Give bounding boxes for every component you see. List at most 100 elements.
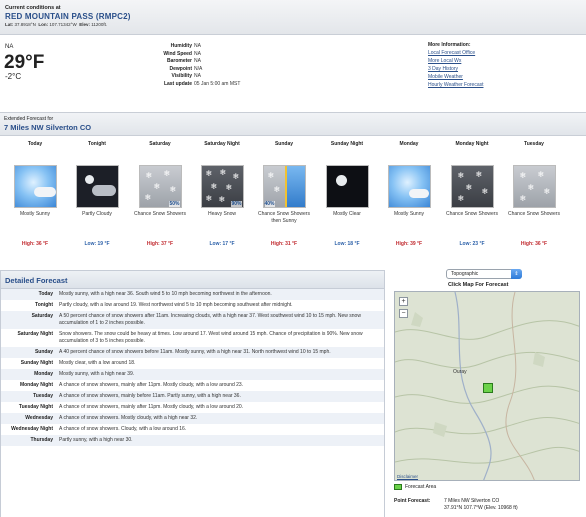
detail-forecast-row: Monday Night A chance of snow showers, ma… bbox=[1, 380, 384, 391]
point-forecast-name: 7 Miles NW Silverton CO bbox=[444, 498, 500, 504]
detail-value: NA bbox=[194, 43, 201, 49]
forecast-map[interactable]: + − Ouray Disclaimer bbox=[394, 291, 580, 481]
lon-label: Lon: bbox=[38, 22, 49, 27]
row-text: Mostly clear, with a low around 18. bbox=[59, 360, 136, 366]
map-type-select[interactable]: Topographic ⇕ bbox=[446, 269, 522, 279]
sunny-icon bbox=[13, 165, 57, 208]
link-hourly-weather-forecast[interactable]: Hourly Weather Forecast bbox=[428, 81, 483, 89]
detail-value: N/A bbox=[194, 65, 203, 72]
row-text: Mostly sunny, with a high near 39. bbox=[59, 371, 135, 377]
row-text: Partly cloudy, with a low around 19. Wes… bbox=[59, 302, 293, 308]
zoom-out-button[interactable]: − bbox=[399, 309, 408, 318]
precip-pct: 50% bbox=[169, 201, 180, 207]
point-forecast-label: Point Forecast: bbox=[394, 498, 431, 504]
period-monday-night: Monday Night ❄ ❄ ❄ ❄ ❄ Chance Snow Showers… bbox=[441, 140, 503, 247]
row-period: Monday bbox=[34, 371, 53, 377]
row-period: Wednesday Night bbox=[11, 426, 53, 432]
period-temp: High: 39 °F bbox=[395, 241, 423, 247]
row-text: A chance of snow showers. Cloudy, with a… bbox=[59, 426, 187, 432]
row-period: Thursday bbox=[30, 437, 53, 443]
row-text: A chance of snow showers, mainly after 1… bbox=[59, 382, 244, 388]
lat-value: 37.8918°N bbox=[14, 22, 36, 27]
detail-value: 05 Jan 5:00 am MST bbox=[194, 80, 241, 87]
current-condition: NA bbox=[5, 44, 14, 50]
current-conditions-label: Current conditions at bbox=[5, 5, 61, 11]
detail-label: Last update bbox=[163, 80, 192, 87]
period-temp: High: 37 °F bbox=[146, 241, 174, 247]
period-temp: High: 31 °F bbox=[270, 241, 298, 247]
period-desc: Mostly Sunny bbox=[393, 211, 424, 217]
row-text: A chance of snow showers, mainly before … bbox=[59, 393, 241, 399]
period-saturday: Saturday ❄ ❄ ❄ ❄ ❄ 50% Chance Snow Showers… bbox=[129, 140, 191, 247]
current-temp-f: 29°F bbox=[4, 52, 45, 73]
period-tonight: Tonight Partly Cloudy Low: 19 °F bbox=[66, 140, 128, 247]
detailed-forecast-title: Detailed Forecast bbox=[1, 271, 384, 289]
lon-value: 107.71342°W bbox=[49, 22, 77, 27]
period-today: Today Mostly Sunny High: 36 °F bbox=[4, 140, 66, 247]
map-town-label: Ouray bbox=[453, 369, 467, 375]
map-attribution-link[interactable]: Disclaimer bbox=[397, 474, 418, 479]
link-more-local-wx[interactable]: More Local Wx bbox=[428, 57, 483, 65]
detail-label: Wind Speed bbox=[163, 50, 192, 57]
row-text: A 50 percent chance of snow showers afte… bbox=[59, 313, 361, 326]
map-legend: Forecast Area bbox=[394, 484, 436, 490]
snow-then-sunny-icon: ❄ ❄ 40% bbox=[262, 165, 306, 208]
row-period: Tuesday Night bbox=[18, 404, 53, 410]
row-text: A chance of snow showers, mainly after 1… bbox=[59, 404, 244, 410]
lat-label: Lat: bbox=[5, 22, 14, 27]
zoom-in-button[interactable]: + bbox=[399, 297, 408, 306]
detail-value: NA bbox=[194, 58, 201, 64]
period-temp: Low: 19 °F bbox=[84, 241, 110, 247]
period-desc: Partly Cloudy bbox=[82, 211, 112, 217]
detail-forecast-row: Saturday Night Snow showers. The snow cou… bbox=[1, 329, 384, 347]
link-local-forecast-office[interactable]: Local Forecast Office bbox=[428, 49, 483, 57]
row-period: Sunday bbox=[34, 349, 53, 355]
row-period: Sunday Night bbox=[20, 360, 53, 366]
detail-forecast-row: Sunday Night Mostly clear, with a low aro… bbox=[1, 358, 384, 369]
row-period: Saturday bbox=[31, 313, 53, 319]
link-3-day-history[interactable]: 3 Day History bbox=[428, 65, 483, 73]
row-text: Mostly sunny, with a high near 36. South… bbox=[59, 291, 272, 297]
period-sunday: Sunday ❄ ❄ 40% Chance Snow Showers then S… bbox=[253, 140, 315, 247]
precip-pct: 40% bbox=[264, 201, 275, 207]
station-name: RED MOUNTAIN PASS (RMPC2) bbox=[5, 12, 131, 21]
period-temp: High: 36 °F bbox=[21, 241, 49, 247]
detail-forecast-row: Sunday A 40 percent chance of snow shower… bbox=[1, 347, 384, 358]
current-temp-c: -2°C bbox=[5, 72, 22, 81]
link-mobile-weather[interactable]: Mobile Weather bbox=[428, 73, 483, 81]
detail-row-wind: Wind Speed NA bbox=[150, 51, 240, 59]
elev-label: Elev: bbox=[79, 22, 90, 27]
elev-value: 11200ft. bbox=[91, 22, 108, 27]
point-forecast-info: Point Forecast: 7 Miles NW Silverton CO … bbox=[394, 498, 518, 512]
detail-forecast-row: Wednesday Night A chance of snow showers.… bbox=[1, 424, 384, 435]
detail-row-humidity: Humidity NA bbox=[150, 43, 240, 51]
forecast-periods: Today Mostly Sunny High: 36 °F Tonight P… bbox=[0, 140, 586, 260]
chevron-updown-icon[interactable]: ⇕ bbox=[511, 269, 522, 279]
detail-forecast-row: Wednesday A chance of snow showers. Mostl… bbox=[1, 413, 384, 424]
extended-forecast-header: Extended Forecast for 7 Miles NW Silvert… bbox=[0, 112, 586, 136]
detail-label: Barometer bbox=[166, 58, 192, 64]
period-temp: High: 36 °F bbox=[520, 241, 548, 247]
detail-forecast-row: Today Mostly sunny, with a high near 36. … bbox=[1, 289, 384, 300]
forecast-point-marker[interactable] bbox=[483, 383, 493, 393]
row-text: Partly sunny, with a high near 30. bbox=[59, 437, 133, 443]
row-period: Wednesday bbox=[25, 415, 53, 421]
detail-label: Visibility bbox=[171, 73, 192, 79]
period-desc: Chance Snow Showers bbox=[508, 211, 560, 217]
period-name: Tuesday bbox=[524, 141, 544, 147]
detail-forecast-row: Saturday A 50 percent chance of snow show… bbox=[1, 311, 384, 329]
detail-value: NA bbox=[194, 50, 201, 57]
period-temp: Low: 18 °F bbox=[334, 241, 360, 247]
current-details-table: Humidity NA Wind Speed NA Barometer NA Dewp… bbox=[150, 43, 240, 88]
current-conditions-body: NA 29°F -2°C Humidity NA Wind Speed NA Bar… bbox=[0, 36, 586, 106]
period-desc: Mostly Sunny bbox=[19, 211, 50, 217]
row-text: A 40 percent chance of snow showers befo… bbox=[59, 349, 331, 355]
detail-row-visibility: Visibility NA bbox=[150, 73, 240, 81]
snow-showers-icon: ❄ ❄ ❄ ❄ ❄ bbox=[512, 165, 556, 208]
period-desc: Chance Snow Showers bbox=[446, 211, 498, 217]
detailed-forecast: Detailed Forecast Today Mostly sunny, wit… bbox=[0, 270, 385, 517]
detail-row-barometer: Barometer NA bbox=[150, 58, 240, 66]
period-monday: Monday Mostly Sunny High: 39 °F bbox=[378, 140, 440, 247]
more-information: More Information: Local Forecast Office … bbox=[428, 42, 483, 89]
detail-label: Dewpoint bbox=[169, 65, 193, 72]
